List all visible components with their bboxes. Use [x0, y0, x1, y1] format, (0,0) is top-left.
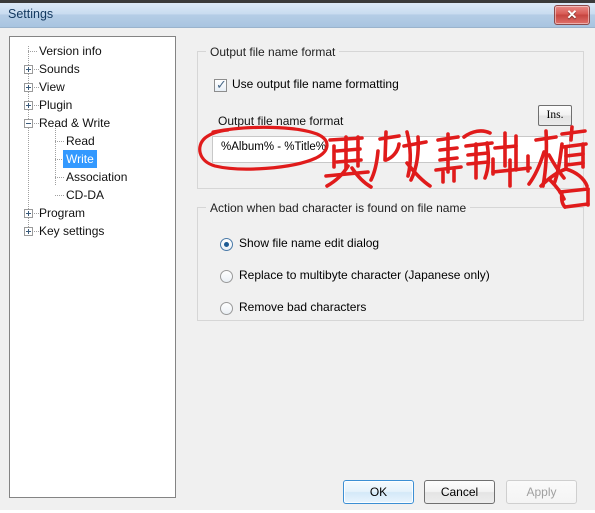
expand-icon[interactable] — [24, 65, 33, 74]
radio-label: Remove bad characters — [239, 300, 367, 314]
tree-item-read[interactable]: Read — [10, 132, 175, 150]
cancel-button[interactable]: Cancel — [424, 480, 495, 504]
tree-item-cd-da[interactable]: CD-DA — [10, 186, 175, 204]
tree-item-association[interactable]: Association — [10, 168, 175, 186]
close-button[interactable]: ✕ — [554, 5, 590, 25]
check-icon: ✓ — [216, 78, 227, 93]
close-icon: ✕ — [566, 7, 578, 22]
expand-icon[interactable] — [24, 209, 33, 218]
settings-tree-panel[interactable]: Version info Sounds View Plugin Read & W… — [9, 36, 176, 498]
expand-icon[interactable] — [24, 83, 33, 92]
tree-item-version-info[interactable]: Version info — [10, 42, 175, 60]
insert-button-label: Ins. — [546, 109, 564, 121]
settings-detail-pane: Output file name format ✓ Use output fil… — [186, 29, 586, 510]
settings-tree: Version info Sounds View Plugin Read & W… — [10, 37, 175, 240]
tree-guide-h — [55, 195, 64, 197]
output-file-name-format-group: Output file name format ✓ Use output fil… — [197, 45, 584, 189]
radio-button[interactable] — [220, 270, 233, 283]
collapse-icon[interactable] — [24, 119, 33, 128]
settings-dialog-window: Settings ✕ Version info Sounds View Plug… — [0, 0, 595, 510]
tree-item-plugin[interactable]: Plugin — [10, 96, 175, 114]
dialog-client-area: Version info Sounds View Plugin Read & W… — [0, 29, 595, 510]
tree-item-label: Read & Write — [39, 116, 111, 130]
tree-item-label: Version info — [39, 44, 102, 58]
checkbox-box[interactable]: ✓ — [214, 78, 227, 93]
window-title: Settings — [8, 7, 54, 21]
tree-item-label: View — [39, 80, 65, 94]
tree-item-write[interactable]: Write — [10, 150, 175, 168]
tree-item-read-and-write[interactable]: Read & Write — [10, 114, 175, 132]
tree-item-label: CD-DA — [66, 188, 104, 202]
output-format-input[interactable]: %Album% - %Title% — [212, 136, 570, 163]
tree-item-view[interactable]: View — [10, 78, 175, 96]
tree-item-label: Read — [66, 134, 95, 148]
tree-item-key-settings[interactable]: Key settings — [10, 222, 175, 240]
tree-guide-h — [55, 141, 64, 143]
tree-item-label: Key settings — [39, 224, 105, 238]
radio-label: Replace to multibyte character (Japanese… — [239, 268, 490, 282]
group-title: Output file name format — [206, 45, 340, 59]
ok-button[interactable]: OK — [343, 480, 414, 504]
apply-button: Apply — [506, 480, 577, 504]
ok-button-label: OK — [369, 485, 388, 499]
expand-icon[interactable] — [24, 227, 33, 236]
tree-item-label: Association — [66, 170, 128, 184]
radio-button[interactable] — [220, 238, 233, 251]
bad-character-action-group: Action when bad character is found on fi… — [197, 201, 584, 321]
expand-icon[interactable] — [24, 101, 33, 110]
tree-item-program[interactable]: Program — [10, 204, 175, 222]
tree-item-label: Write — [63, 150, 97, 168]
tree-item-label: Program — [39, 206, 86, 220]
group-title: Action when bad character is found on fi… — [206, 201, 471, 215]
apply-button-label: Apply — [526, 485, 557, 499]
tree-item-label: Sounds — [39, 62, 80, 76]
radio-label: Show file name edit dialog — [239, 236, 380, 250]
checkbox-label: Use output file name formatting — [232, 77, 399, 91]
title-bar: Settings ✕ — [0, 3, 595, 28]
tree-item-sounds[interactable]: Sounds — [10, 60, 175, 78]
insert-button[interactable]: Ins. — [538, 105, 572, 126]
radio-button[interactable] — [220, 302, 233, 315]
cancel-button-label: Cancel — [440, 485, 479, 499]
format-field-label: Output file name format — [218, 114, 344, 128]
tree-guide-h — [55, 177, 64, 179]
tree-item-label: Plugin — [39, 98, 73, 112]
tree-guide-h — [28, 51, 37, 53]
